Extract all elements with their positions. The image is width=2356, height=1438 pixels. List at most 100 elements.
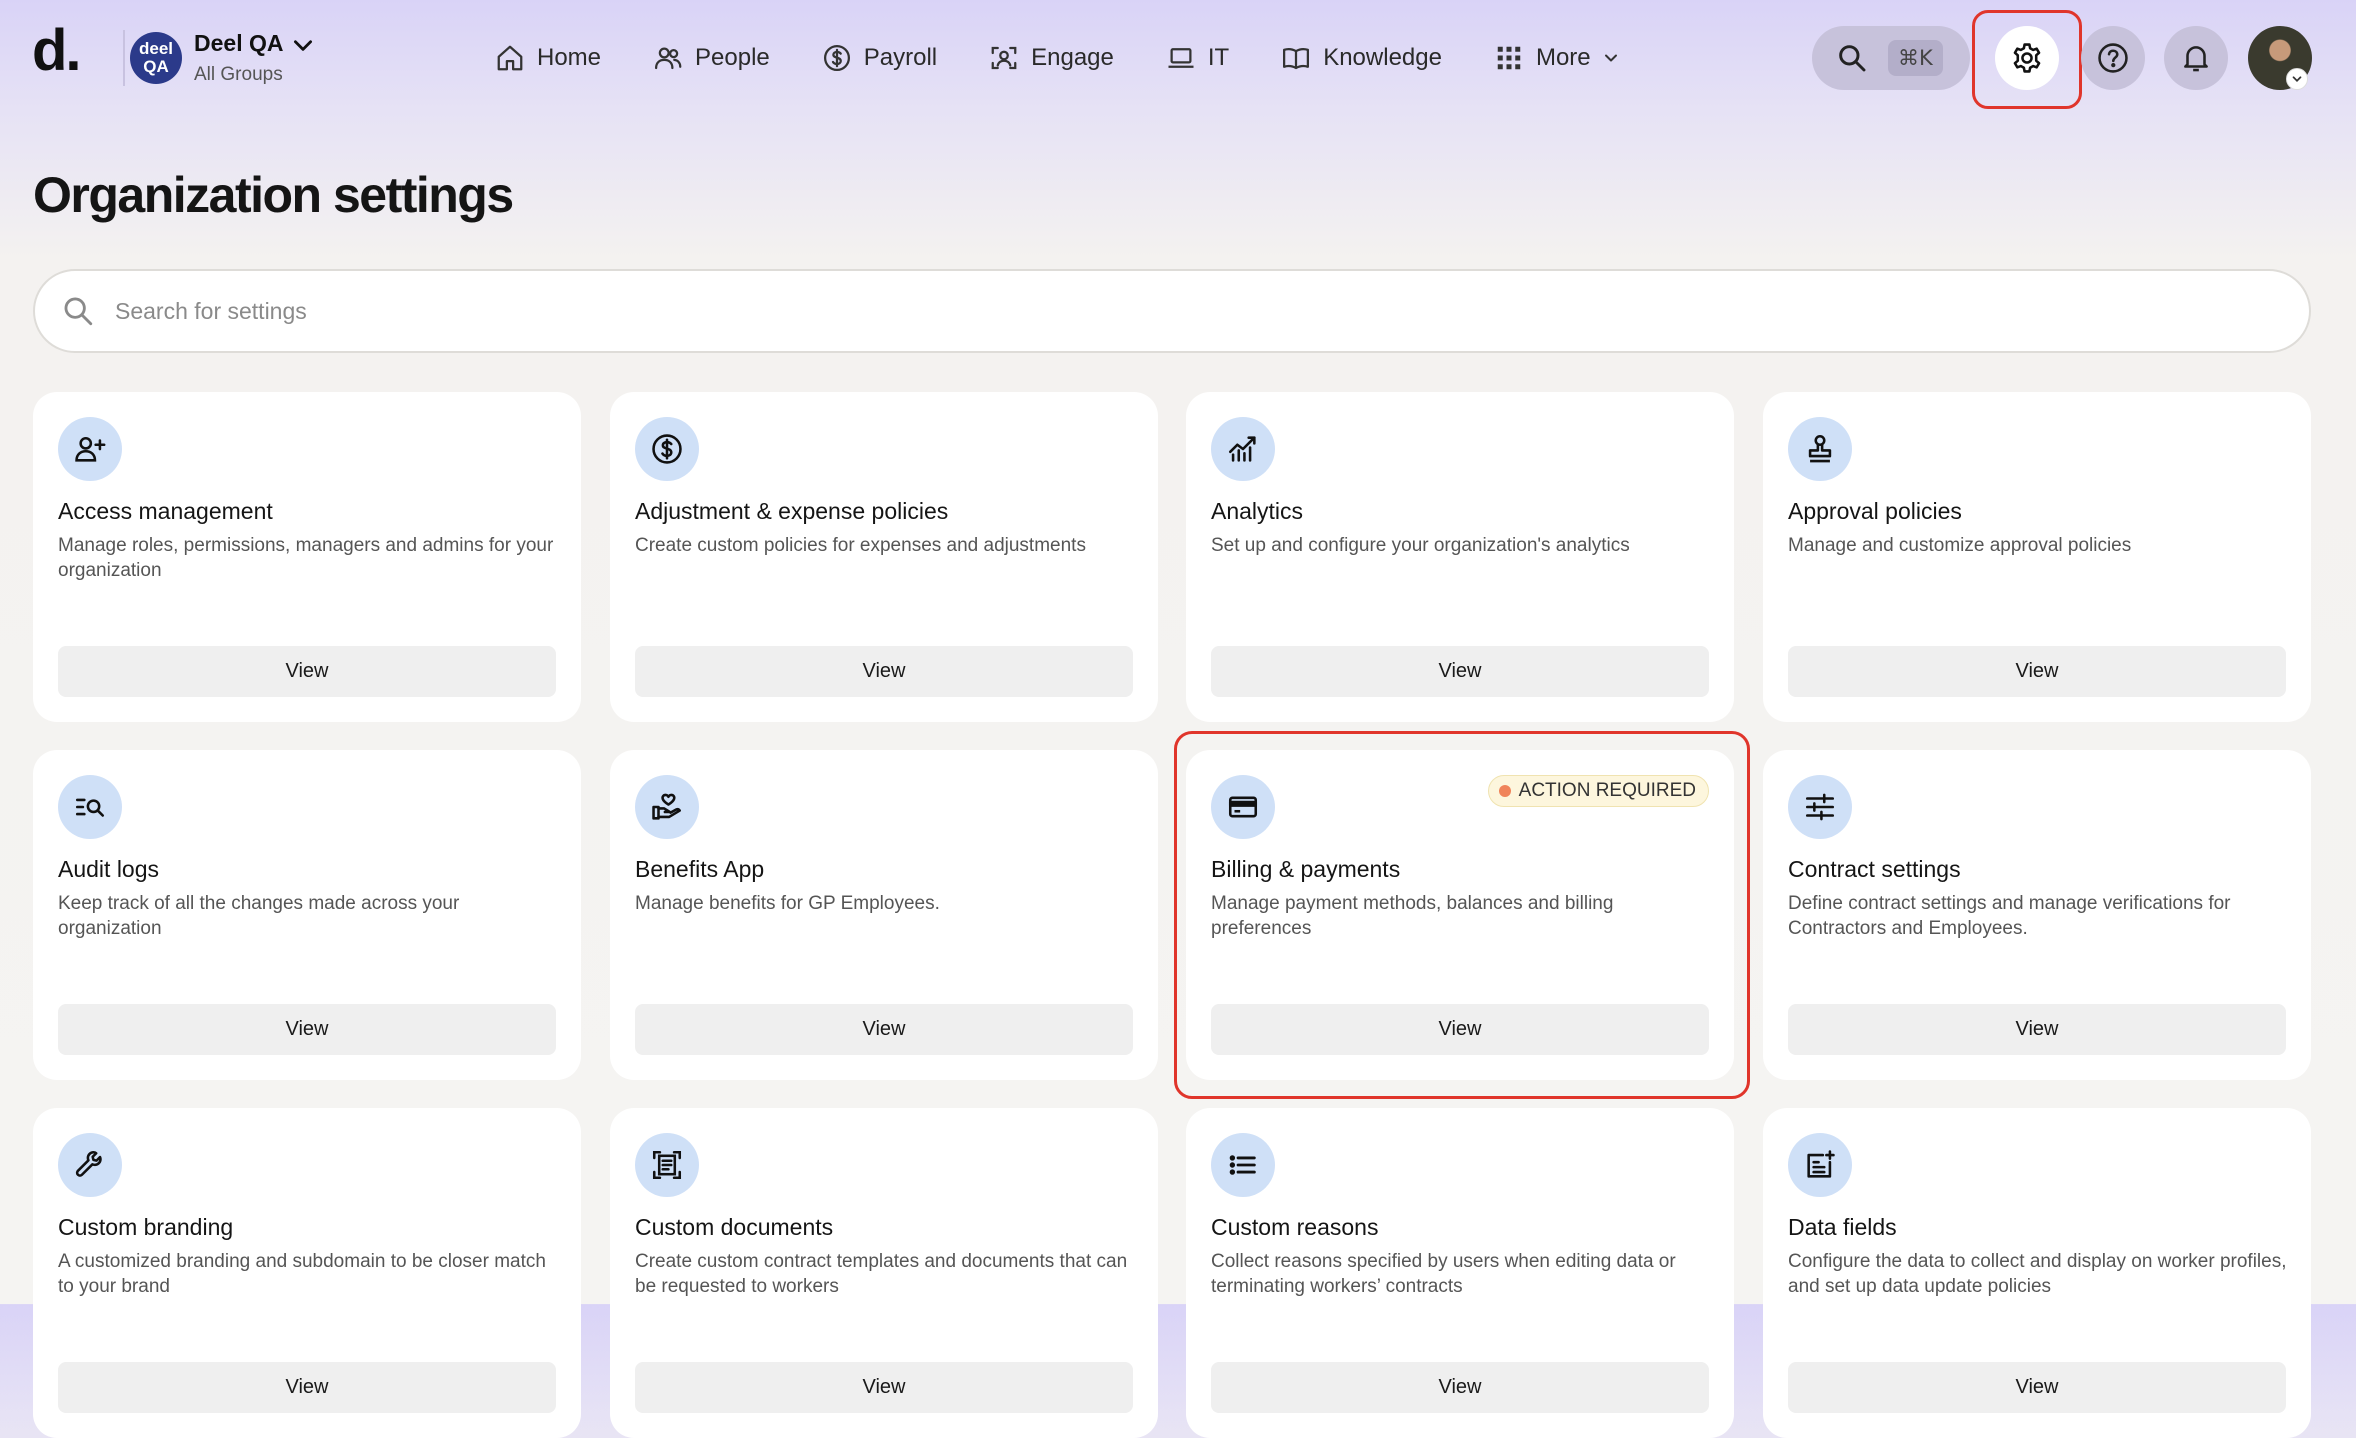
deel-logo[interactable]: d. xyxy=(32,22,82,80)
card-analytics: Analytics Set up and configure your orga… xyxy=(1186,392,1734,722)
card-title: Audit logs xyxy=(58,856,160,882)
card-access-management: Access management Manage roles, permissi… xyxy=(33,392,581,722)
card-icon-wrap xyxy=(635,417,699,481)
logo-divider xyxy=(123,30,125,86)
nav-knowledge[interactable]: Knowledge xyxy=(1281,30,1442,86)
card-description: Manage and customize approval policies xyxy=(1788,535,2132,556)
card-adjustment-expense-policies: Adjustment & expense policies Create cus… xyxy=(610,392,1158,722)
card-icon-wrap xyxy=(58,1133,122,1197)
org-avatar[interactable]: deel QA xyxy=(130,32,182,84)
nav-engage[interactable]: Engage xyxy=(989,30,1114,86)
view-access-management-button[interactable]: View xyxy=(58,646,556,697)
card-icon-wrap xyxy=(1211,417,1275,481)
card-icon-wrap xyxy=(1788,417,1852,481)
view-data-fields-button[interactable]: View xyxy=(1788,1362,2286,1413)
view-audit-logs-button[interactable]: View xyxy=(58,1004,556,1055)
grid-icon xyxy=(1497,46,1521,70)
bell-icon xyxy=(2184,46,2208,72)
nav-it[interactable]: IT xyxy=(1166,30,1229,86)
global-search-button[interactable]: ⌘K xyxy=(1812,26,1970,90)
card-description: Configure the data to collect and displa… xyxy=(1788,1251,2287,1297)
settings-highlight-outline xyxy=(1972,10,2082,109)
card-title: Access management xyxy=(58,498,273,524)
card-description: Manage roles, permissions, managers and … xyxy=(58,535,554,581)
nav-payroll-label: Payroll xyxy=(863,44,938,71)
dollar-circle-icon xyxy=(652,434,682,464)
main-nav: Home People Payroll Engage IT Knowledge … xyxy=(495,30,1673,86)
nav-knowledge-label: Knowledge xyxy=(1323,44,1442,71)
card-description: Create custom contract templates and doc… xyxy=(635,1251,1128,1297)
card-icon-wrap xyxy=(635,1133,699,1197)
card-audit-logs: Audit logs Keep track of all the changes… xyxy=(33,750,581,1080)
card-custom-documents: Custom documents Create custom contract … xyxy=(610,1108,1158,1438)
settings-search-field[interactable] xyxy=(33,269,2311,353)
org-avatar-line1: deel xyxy=(138,39,174,58)
chevron-down-icon xyxy=(2292,76,2302,82)
help-circle-icon xyxy=(2098,43,2128,73)
card-contract-settings: Contract settings Define contract settin… xyxy=(1763,750,2311,1080)
page-title: Organization settings xyxy=(33,167,514,223)
card-icon-wrap xyxy=(635,775,699,839)
view-analytics-button[interactable]: View xyxy=(1211,646,1709,697)
card-title: Approval policies xyxy=(1788,498,1962,524)
nav-engage-label: Engage xyxy=(1031,44,1114,71)
nav-home[interactable]: Home xyxy=(495,30,601,86)
card-icon-wrap xyxy=(58,775,122,839)
org-switcher-name[interactable]: Deel QA xyxy=(194,30,283,57)
card-description: Keep track of all the changes made acros… xyxy=(58,893,460,939)
card-description: Collect reasons specified by users when … xyxy=(1211,1251,1676,1297)
nav-payroll[interactable]: Payroll xyxy=(822,30,937,86)
card-icon-wrap xyxy=(1211,1133,1275,1197)
card-custom-branding: Custom branding A customized branding an… xyxy=(33,1108,581,1438)
view-contract-settings-button[interactable]: View xyxy=(1788,1004,2286,1055)
audit-search-icon xyxy=(75,798,105,817)
nav-it-label: IT xyxy=(1207,44,1230,71)
nav-people[interactable]: People xyxy=(653,30,770,86)
people-icon xyxy=(655,47,682,70)
search-shortcut-hint: ⌘K xyxy=(1888,40,1943,76)
help-button[interactable] xyxy=(2081,26,2145,90)
engage-icon xyxy=(991,46,1017,70)
card-title: Data fields xyxy=(1788,1214,1897,1240)
card-icon-wrap xyxy=(1788,775,1852,839)
view-custom-documents-button[interactable]: View xyxy=(635,1362,1133,1413)
book-icon xyxy=(1283,48,1310,70)
card-data-fields: Data fields Configure the data to collec… xyxy=(1763,1108,2311,1438)
wrench-icon xyxy=(75,1150,102,1177)
card-title: Custom branding xyxy=(58,1214,234,1240)
card-description: Define contract settings and manage veri… xyxy=(1788,893,2231,939)
card-approval-policies: Approval policies Manage and customize a… xyxy=(1763,392,2311,722)
chevron-down-icon[interactable] xyxy=(290,32,316,58)
org-switcher-subtitle: All Groups xyxy=(194,64,283,85)
sliders-icon xyxy=(1805,793,1835,821)
card-icon-wrap xyxy=(1788,1133,1852,1197)
nav-more[interactable]: More xyxy=(1494,30,1621,86)
card-title: Custom documents xyxy=(635,1214,834,1240)
nav-people-label: People xyxy=(695,44,770,71)
card-icon-wrap xyxy=(58,417,122,481)
card-description: Set up and configure your organization's… xyxy=(1211,535,1630,556)
view-adjustment-expense-policies-button[interactable]: View xyxy=(635,646,1133,697)
avatar-menu-caret[interactable] xyxy=(2286,68,2308,90)
search-icon xyxy=(64,297,93,326)
card-description: Manage benefits for GP Employees. xyxy=(635,893,940,914)
user-add-icon xyxy=(75,436,106,462)
notifications-button[interactable] xyxy=(2164,26,2228,90)
view-custom-reasons-button[interactable]: View xyxy=(1211,1362,1709,1413)
card-description: Create custom policies for expenses and … xyxy=(635,535,1086,556)
org-avatar-line2: QA xyxy=(143,57,169,76)
view-custom-branding-button[interactable]: View xyxy=(58,1362,556,1413)
card-benefits-app: Benefits App Manage benefits for GP Empl… xyxy=(610,750,1158,1080)
top-bar: d. deel QA Deel QA All Groups Home Peopl… xyxy=(0,0,2356,116)
document-icon xyxy=(652,1150,682,1180)
nav-more-label: More xyxy=(1535,44,1591,71)
dollar-circle-icon xyxy=(823,45,850,71)
nav-home-label: Home xyxy=(537,44,602,71)
list-icon xyxy=(1229,1155,1256,1175)
view-benefits-app-button[interactable]: View xyxy=(635,1004,1133,1055)
view-approval-policies-button[interactable]: View xyxy=(1788,646,2286,697)
card-title: Benefits App xyxy=(635,856,765,882)
settings-search-input[interactable] xyxy=(115,297,2215,325)
card-title: Adjustment & expense policies xyxy=(635,498,949,524)
home-icon xyxy=(497,45,523,71)
